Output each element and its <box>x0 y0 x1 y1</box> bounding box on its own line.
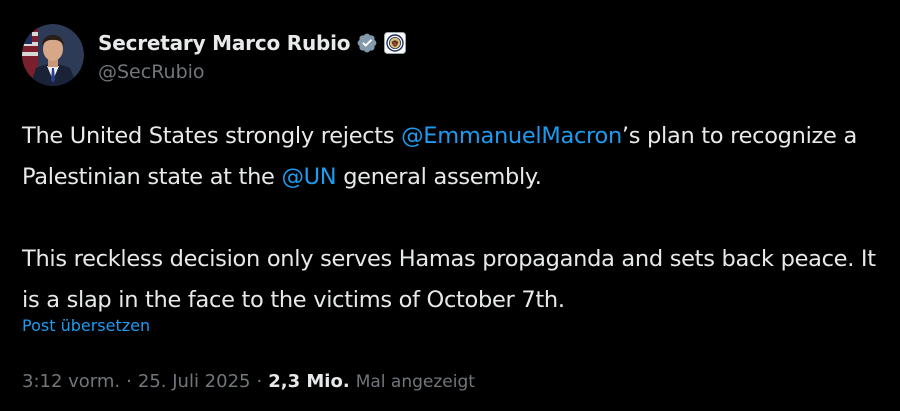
views-count[interactable]: 2,3 Mio. <box>268 371 349 392</box>
mention-emmanuelmacron[interactable]: @EmmanuelMacron <box>401 123 622 149</box>
text-segment: general assembly. <box>336 164 542 190</box>
tweet-card: Secretary Marco Rubio @SecRubio The Unit… <box>0 0 900 411</box>
tweet-paragraph-2: This reckless decision only serves Hamas… <box>22 246 876 313</box>
meta-separator: · <box>256 371 263 392</box>
post-time[interactable]: 3:12 vorm. <box>22 371 120 392</box>
state-department-seal-icon[interactable] <box>384 32 407 54</box>
author-names: Secretary Marco Rubio @SecRubio <box>98 28 407 83</box>
tweet-paragraph-1: The United States strongly rejects @Emma… <box>22 116 882 198</box>
author-handle[interactable]: @SecRubio <box>98 61 406 83</box>
avatar[interactable] <box>22 24 84 86</box>
text-segment: The United States strongly rejects <box>22 123 402 149</box>
mention-un[interactable]: @UN <box>281 164 336 190</box>
name-row: Secretary Marco Rubio <box>98 28 407 58</box>
post-date[interactable]: 25. Juli 2025 <box>138 371 251 392</box>
display-name[interactable]: Secretary Marco Rubio <box>98 31 351 55</box>
views-label: Mal angezeigt <box>355 371 475 392</box>
tweet-header: Secretary Marco Rubio @SecRubio <box>22 24 407 86</box>
meta-separator: · <box>126 371 132 392</box>
translate-post-link[interactable]: Post übersetzen <box>22 316 150 335</box>
avatar-image <box>22 24 84 86</box>
tweet-meta: 3:12 vorm. · 25. Juli 2025 · 2,3 Mio. Ma… <box>22 371 475 392</box>
tweet-text: The United States strongly rejects @Emma… <box>22 116 882 321</box>
verified-checkmark-icon[interactable] <box>356 32 378 54</box>
